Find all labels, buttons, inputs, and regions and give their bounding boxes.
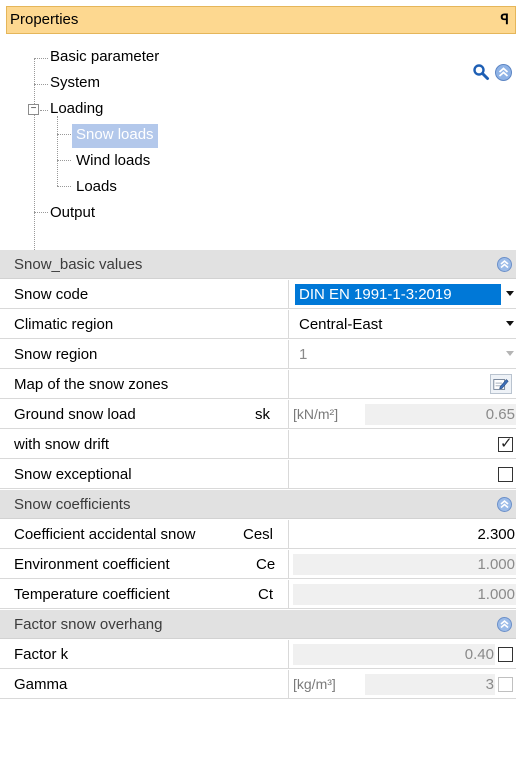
row-label: Factor k bbox=[14, 646, 69, 663]
row-map-snow-zones: Map of the snow zones bbox=[0, 370, 516, 399]
snow-exceptional-checkbox[interactable] bbox=[498, 467, 513, 482]
snow-drift-checkbox[interactable]: ✓ bbox=[498, 435, 513, 452]
snow-exceptional-cell bbox=[289, 460, 516, 488]
section-header-snow-coefficients[interactable]: Snow coefficients bbox=[0, 490, 516, 519]
tree-connector bbox=[57, 116, 58, 186]
row-gamma: Gamma [kg/m³] 3 bbox=[0, 670, 516, 699]
collapse-toggle-icon[interactable]: − bbox=[28, 104, 39, 115]
gamma-cell: [kg/m³] 3 bbox=[289, 670, 516, 698]
row-label: Coefficient accidental snow bbox=[14, 526, 196, 543]
row-label: Snow code bbox=[14, 286, 89, 303]
factor-k-checkbox[interactable] bbox=[498, 647, 513, 662]
factor-k-cell: 0.40 bbox=[289, 640, 516, 668]
panel-title: Properties bbox=[10, 11, 79, 28]
collapse-section-icon[interactable] bbox=[497, 257, 512, 272]
tree-item-system[interactable]: System bbox=[46, 72, 104, 96]
unit-label: [kg/m³] bbox=[293, 676, 336, 692]
collapse-section-icon[interactable] bbox=[497, 617, 512, 632]
edit-map-icon[interactable] bbox=[490, 374, 512, 394]
section-title: Snow coefficients bbox=[14, 496, 131, 513]
snow-region-value: 1 bbox=[299, 346, 308, 363]
symbol-ct: Ct bbox=[258, 586, 273, 603]
navigation-tree: Basic parameter System − Loading Snow lo… bbox=[0, 40, 516, 250]
row-label: Ground snow load bbox=[14, 406, 136, 423]
tree-connector bbox=[57, 186, 71, 187]
cesl-input[interactable]: 2.300 bbox=[293, 524, 516, 545]
chevron-down-icon[interactable] bbox=[506, 321, 514, 326]
pin-icon[interactable]: ꟼ bbox=[501, 11, 509, 28]
symbol-cesl: Cesl bbox=[243, 526, 274, 543]
row-label: with snow drift bbox=[14, 436, 110, 453]
checkmark-icon: ✓ bbox=[500, 435, 513, 452]
section-title: Factor snow overhang bbox=[14, 616, 163, 633]
row-snow-exceptional: Snow exceptional bbox=[0, 460, 516, 489]
section-title: Snow_basic values bbox=[14, 256, 143, 273]
cesl-cell: 2.300 bbox=[289, 520, 516, 548]
row-temperature-coefficient: Temperature coefficient Ct 1.000 bbox=[0, 580, 516, 609]
row-label: Gamma bbox=[14, 676, 68, 693]
climatic-region-select[interactable]: Central-East bbox=[289, 310, 516, 338]
collapse-all-icon[interactable] bbox=[495, 64, 512, 81]
snow-code-value[interactable]: DIN EN 1991-1-3:2019 bbox=[295, 284, 501, 305]
collapse-section-icon[interactable] bbox=[497, 497, 512, 512]
tree-item-loading[interactable]: Loading bbox=[46, 98, 107, 122]
row-factor-k: Factor k 0.40 bbox=[0, 640, 516, 669]
row-with-snow-drift: with snow drift ✓ bbox=[0, 430, 516, 459]
row-label: Snow exceptional bbox=[14, 466, 132, 483]
ct-value: 1.000 bbox=[293, 584, 516, 605]
row-snow-region: Snow region 1 bbox=[0, 340, 516, 369]
snow-code-select[interactable]: DIN EN 1991-1-3:2019 bbox=[289, 280, 516, 308]
tree-item-wind-loads[interactable]: Wind loads bbox=[72, 150, 154, 174]
ce-cell: 1.000 bbox=[289, 550, 516, 578]
tree-connector bbox=[34, 58, 35, 250]
row-coefficient-accidental-snow: Coefficient accidental snow Cesl 2.300 bbox=[0, 520, 516, 549]
tree-item-basic-parameter[interactable]: Basic parameter bbox=[46, 46, 163, 70]
row-label: Snow region bbox=[14, 346, 98, 363]
row-climatic-region: Climatic region Central-East bbox=[0, 310, 516, 339]
row-label: Environment coefficient bbox=[14, 556, 170, 573]
ground-snow-load-cell: [kN/m²] 0.65 bbox=[289, 400, 516, 428]
gamma-value: 3 bbox=[365, 674, 495, 695]
row-snow-code: Snow code DIN EN 1991-1-3:2019 bbox=[0, 280, 516, 309]
ce-value: 1.000 bbox=[293, 554, 516, 575]
tree-connector bbox=[57, 134, 71, 135]
row-environment-coefficient: Environment coefficient Ce 1.000 bbox=[0, 550, 516, 579]
search-icon[interactable] bbox=[472, 63, 490, 81]
tree-item-output[interactable]: Output bbox=[46, 202, 99, 226]
map-cell bbox=[289, 370, 516, 398]
chevron-down-icon bbox=[506, 351, 514, 356]
gamma-checkbox bbox=[498, 677, 513, 692]
climatic-region-value[interactable]: Central-East bbox=[295, 314, 386, 335]
row-label: Temperature coefficient bbox=[14, 586, 170, 603]
ct-cell: 1.000 bbox=[289, 580, 516, 608]
ground-snow-load-value: 0.65 bbox=[365, 404, 516, 425]
section-header-factor-snow-overhang[interactable]: Factor snow overhang bbox=[0, 610, 516, 639]
tree-connector bbox=[57, 160, 71, 161]
symbol-sk: sk bbox=[255, 406, 270, 423]
row-ground-snow-load: Ground snow load sk [kN/m²] 0.65 bbox=[0, 400, 516, 429]
snow-drift-cell: ✓ bbox=[289, 430, 516, 458]
row-label: Climatic region bbox=[14, 316, 114, 333]
row-label: Map of the snow zones bbox=[14, 376, 169, 393]
snow-region-select: 1 bbox=[289, 340, 516, 368]
tree-item-snow-loads[interactable]: Snow loads bbox=[72, 124, 158, 148]
tree-item-loads[interactable]: Loads bbox=[72, 176, 121, 200]
chevron-down-icon[interactable] bbox=[506, 291, 514, 296]
unit-label: [kN/m²] bbox=[293, 406, 339, 422]
symbol-ce: Ce bbox=[256, 556, 276, 573]
properties-titlebar: Properties ꟼ bbox=[6, 6, 516, 34]
section-header-snow-basic-values[interactable]: Snow_basic values bbox=[0, 250, 516, 279]
factor-k-value: 0.40 bbox=[293, 644, 495, 665]
